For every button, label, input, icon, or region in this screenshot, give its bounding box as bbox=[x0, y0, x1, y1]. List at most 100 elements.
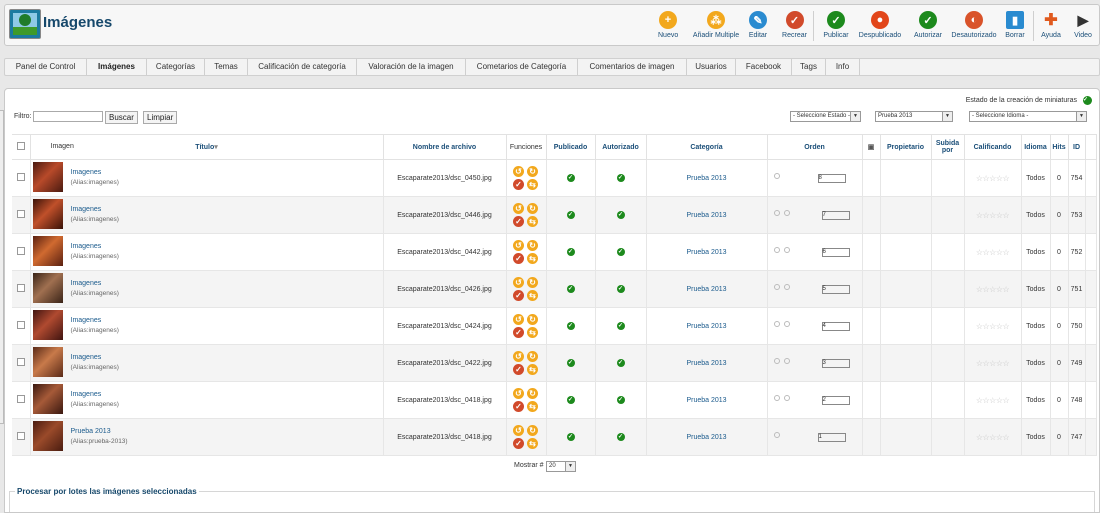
row-checkbox[interactable] bbox=[16, 247, 25, 255]
authorized-check-icon[interactable]: ✓ bbox=[616, 285, 625, 293]
flip-icon[interactable]: ⇆ bbox=[527, 327, 538, 338]
category-link[interactable]: Prueba 2013 bbox=[686, 434, 726, 441]
recreate-icon[interactable]: ✓ bbox=[513, 438, 524, 449]
rotate-left-icon[interactable]: ↺ bbox=[513, 240, 524, 251]
image-title-link[interactable]: Prueba 2013 bbox=[71, 428, 128, 435]
row-checkbox[interactable] bbox=[16, 210, 25, 218]
row-checkbox[interactable] bbox=[16, 173, 25, 181]
image-title-link[interactable]: Imagenes bbox=[71, 317, 119, 324]
flip-icon[interactable]: ⇆ bbox=[527, 364, 538, 375]
order-arrow-icon[interactable] bbox=[773, 395, 780, 401]
col-authorized[interactable]: Autorizado bbox=[595, 134, 647, 160]
flip-icon[interactable]: ⇆ bbox=[527, 253, 538, 264]
row-checkbox[interactable] bbox=[16, 284, 25, 292]
image-thumbnail[interactable] bbox=[32, 421, 63, 451]
rotate-left-icon[interactable]: ↺ bbox=[513, 388, 524, 399]
rotate-right-icon[interactable]: ↻ bbox=[527, 240, 538, 251]
order-arrow-icon[interactable] bbox=[783, 247, 790, 253]
order-arrow-icon[interactable] bbox=[773, 284, 780, 290]
filter-input[interactable] bbox=[33, 111, 103, 122]
nav-item[interactable]: Temas bbox=[205, 59, 248, 75]
table-row[interactable]: Imagenes (Alias:imagenes) Escaparate2013/d… bbox=[12, 344, 1097, 382]
published-check-icon[interactable]: ✓ bbox=[566, 248, 575, 256]
table-row[interactable]: Imagenes (Alias:imagenes) Escaparate2013/d… bbox=[12, 233, 1097, 271]
col-hits[interactable]: Hits bbox=[1050, 134, 1069, 160]
col-filename[interactable]: Nombre de archivo bbox=[383, 134, 507, 160]
col-title[interactable]: Título bbox=[195, 144, 214, 151]
image-title-link[interactable]: Imagenes bbox=[71, 169, 119, 176]
col-rating[interactable]: Calificando bbox=[964, 134, 1022, 160]
col-language[interactable]: Idioma bbox=[1021, 134, 1051, 160]
rotate-right-icon[interactable]: ↻ bbox=[527, 203, 538, 214]
table-row[interactable]: Imagenes (Alias:imagenes) Escaparate2013/d… bbox=[12, 381, 1097, 419]
toolbar-authorize-button[interactable]: ✓ Autorizar bbox=[913, 11, 943, 45]
authorized-check-icon[interactable]: ✓ bbox=[616, 248, 625, 256]
recreate-icon[interactable]: ✓ bbox=[513, 179, 524, 190]
image-thumbnail[interactable] bbox=[32, 273, 63, 303]
col-owner[interactable]: Propietario bbox=[880, 134, 932, 160]
rotate-right-icon[interactable]: ↻ bbox=[527, 277, 538, 288]
authorized-check-icon[interactable]: ✓ bbox=[616, 211, 625, 219]
flip-icon[interactable]: ⇆ bbox=[527, 216, 538, 227]
col-id[interactable]: ID bbox=[1068, 134, 1086, 160]
recreate-icon[interactable]: ✓ bbox=[513, 364, 524, 375]
order-input[interactable]: 8 bbox=[817, 174, 846, 183]
toolbar-multi-add-button[interactable]: ⁂ Añadir Multiple bbox=[691, 11, 741, 45]
nav-item[interactable]: Info bbox=[826, 59, 860, 75]
published-check-icon[interactable]: ✓ bbox=[566, 285, 575, 293]
category-link[interactable]: Prueba 2013 bbox=[686, 397, 726, 404]
rotate-right-icon[interactable]: ↻ bbox=[527, 425, 538, 436]
image-thumbnail[interactable] bbox=[32, 347, 63, 377]
flip-icon[interactable]: ⇆ bbox=[527, 290, 538, 301]
toolbar-video-button[interactable]: ▶ Video bbox=[1073, 11, 1093, 45]
authorized-check-icon[interactable]: ✓ bbox=[616, 396, 625, 404]
image-thumbnail[interactable] bbox=[32, 236, 63, 266]
table-row[interactable]: Imagenes (Alias:imagenes) Escaparate2013/d… bbox=[12, 307, 1097, 345]
image-title-link[interactable]: Imagenes bbox=[71, 391, 119, 398]
clear-button[interactable]: Limpiar bbox=[143, 111, 178, 124]
published-check-icon[interactable]: ✓ bbox=[566, 174, 575, 182]
nav-item[interactable]: Tags bbox=[792, 59, 826, 75]
row-checkbox[interactable] bbox=[16, 432, 25, 440]
select-all-checkbox[interactable] bbox=[16, 142, 25, 150]
category-link[interactable]: Prueba 2013 bbox=[686, 249, 726, 256]
image-title-link[interactable]: Imagenes bbox=[71, 206, 119, 213]
rotate-left-icon[interactable]: ↺ bbox=[513, 314, 524, 325]
recreate-icon[interactable]: ✓ bbox=[513, 253, 524, 264]
order-input[interactable]: 3 bbox=[821, 359, 850, 368]
authorized-check-icon[interactable]: ✓ bbox=[616, 322, 625, 330]
order-arrow-icon[interactable] bbox=[773, 321, 780, 327]
row-checkbox[interactable] bbox=[16, 321, 25, 329]
authorized-check-icon[interactable]: ✓ bbox=[616, 433, 625, 441]
toolbar-recreate-button[interactable]: ✓ Recrear bbox=[782, 11, 807, 45]
col-order[interactable]: Orden bbox=[767, 134, 863, 160]
toolbar-edit-button[interactable]: ✎ Editar bbox=[748, 11, 768, 45]
order-input[interactable]: 4 bbox=[821, 322, 850, 331]
side-handle[interactable] bbox=[0, 110, 4, 424]
category-link[interactable]: Prueba 2013 bbox=[686, 212, 726, 219]
category-select[interactable]: Prueba 2013 ▼ bbox=[875, 111, 953, 122]
toolbar-trash-button[interactable]: ▮ Borrar bbox=[1005, 11, 1025, 45]
flip-icon[interactable]: ⇆ bbox=[527, 438, 538, 449]
table-row[interactable]: Imagenes (Alias:imagenes) Escaparate2013/d… bbox=[12, 159, 1097, 197]
order-input[interactable]: 7 bbox=[821, 211, 850, 220]
image-title-link[interactable]: Imagenes bbox=[71, 280, 119, 287]
nav-item[interactable]: Imágenes bbox=[87, 59, 147, 75]
col-published[interactable]: Publicado bbox=[546, 134, 596, 160]
toolbar-publish-button[interactable]: ✓ Publicar bbox=[821, 11, 851, 45]
recreate-icon[interactable]: ✓ bbox=[513, 290, 524, 301]
published-check-icon[interactable]: ✓ bbox=[566, 433, 575, 441]
order-arrow-icon[interactable] bbox=[783, 358, 790, 364]
authorized-check-icon[interactable]: ✓ bbox=[616, 174, 625, 182]
language-select[interactable]: - Seleccione Idioma - ▼ bbox=[969, 111, 1087, 122]
order-arrow-icon[interactable] bbox=[773, 173, 780, 179]
toolbar-unauthorize-button[interactable]: ◐ Desautorizado bbox=[951, 11, 997, 45]
rotate-right-icon[interactable]: ↻ bbox=[527, 351, 538, 362]
order-arrow-icon[interactable] bbox=[773, 247, 780, 253]
rotate-left-icon[interactable]: ↺ bbox=[513, 425, 524, 436]
order-arrow-icon[interactable] bbox=[783, 284, 790, 290]
order-arrow-icon[interactable] bbox=[783, 210, 790, 216]
recreate-icon[interactable]: ✓ bbox=[513, 401, 524, 412]
category-link[interactable]: Prueba 2013 bbox=[686, 360, 726, 367]
order-arrow-icon[interactable] bbox=[773, 432, 780, 438]
